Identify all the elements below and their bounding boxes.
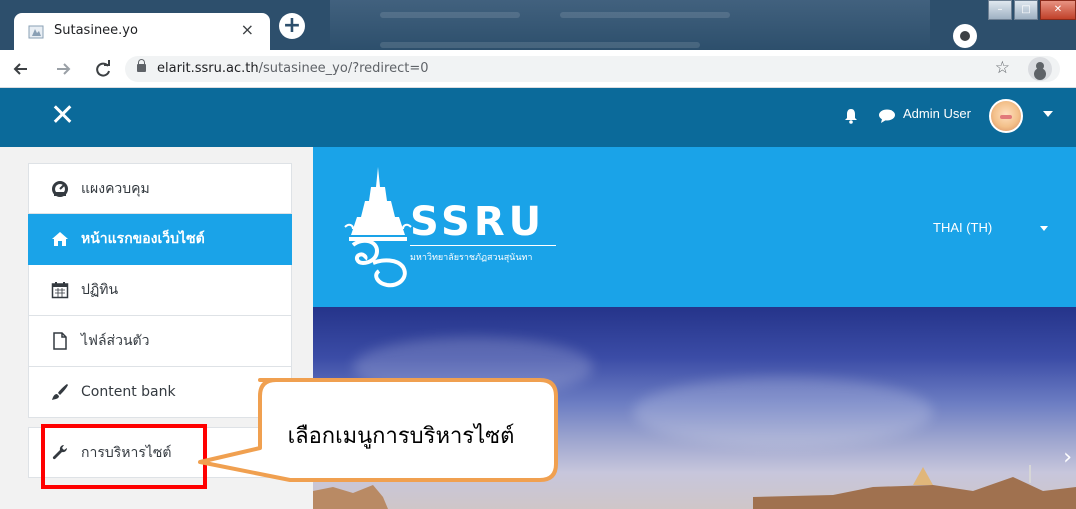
logo-divider [410,245,556,246]
browser-tab[interactable]: Sutasinee.yo × [14,13,270,50]
bookmark-star-icon[interactable]: ☆ [995,58,1010,78]
logo-subtitle: มหาวิทยาลัยราชภัฏสวนสุนันทา [410,253,533,263]
dashboard-icon [52,180,68,197]
page: Sutasinee.yo × + – □ ✕ elarit.ssru.ac.th… [0,0,1076,509]
ssru-emblem-icon [344,167,412,288]
window-close-button[interactable]: ✕ [1040,0,1076,20]
new-tab-button[interactable]: + [279,13,305,39]
message-icon[interactable] [878,109,896,123]
carousel-next-icon[interactable]: › [1063,445,1072,470]
menu-item-label: แผงควบคุม [81,180,150,197]
url-path: /sutasinee_yo/?redirect=0 [258,61,429,76]
close-drawer-icon[interactable]: ✕ [50,98,75,134]
account-icon[interactable] [1028,57,1052,81]
menu-item-private-files[interactable]: ไฟล์ส่วนตัว [28,316,292,367]
site-header: SSRU มหาวิทยาลัยราชภัฏสวนสุนันทา THAI (T… [313,147,1076,307]
cloud [633,377,933,447]
site-favicon-icon [28,25,44,39]
background-window-text [380,12,520,18]
address-bar[interactable]: elarit.ssru.ac.th/sutasinee_yo/?redirect… [125,56,1060,82]
user-menu-caret-icon[interactable] [1043,111,1053,117]
language-selector[interactable]: THAI (TH) [933,220,992,235]
callout-text: เลือกเมนูการบริหารไซต์ [287,423,515,449]
menu-item-calendar[interactable]: ปฏิทิน [28,265,292,316]
background-window-text [560,12,730,18]
file-icon [53,332,67,350]
reload-icon[interactable] [92,58,114,80]
forward-arrow-icon[interactable] [52,58,74,80]
browser-profile-icon[interactable] [953,24,977,48]
menu-item-site-home[interactable]: หน้าแรกของเว็บไซต์ [28,214,292,265]
lock-icon [137,59,146,72]
user-avatar[interactable] [989,99,1023,133]
menu-item-label: ปฏิทิน [81,282,119,298]
browser-toolbar: elarit.ssru.ac.th/sutasinee_yo/?redirect… [0,50,1076,88]
user-name[interactable]: Admin User [903,106,971,121]
menu-item-dashboard[interactable]: แผงควบคุม [28,163,292,214]
highlight-box [41,424,207,489]
window-minimize-button[interactable]: – [988,0,1012,20]
url-host: elarit.ssru.ac.th [157,61,259,76]
home-icon [52,232,68,246]
logo-text: SSRU [410,199,546,245]
menu-item-label: ไฟล์ส่วนตัว [81,333,150,349]
calendar-icon [51,282,69,299]
language-caret-icon[interactable] [1040,226,1048,231]
menu-item-label: หน้าแรกของเว็บไซต์ [81,231,205,247]
menu-item-label: Content bank [81,384,176,400]
window-maximize-button[interactable]: □ [1014,0,1038,20]
brush-icon [52,384,68,400]
background-window-text [380,42,700,48]
site-navbar: ✕ Admin User [0,88,1076,147]
tab-close-icon[interactable]: × [241,20,254,39]
bell-icon[interactable] [843,108,859,124]
tab-title: Sutasinee.yo [54,23,138,38]
browser-tab-strip: Sutasinee.yo × + – □ ✕ [0,0,1076,50]
back-arrow-icon[interactable] [10,58,32,80]
